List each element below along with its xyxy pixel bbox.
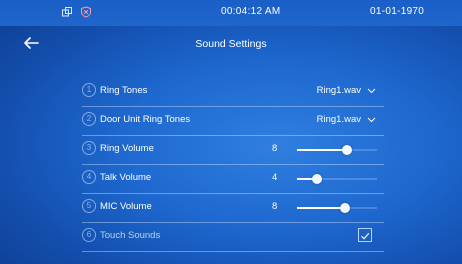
setting-ring-tones[interactable]: 1 Ring Tones Ring1.wav <box>82 78 384 107</box>
item-index: 6 <box>82 228 96 242</box>
item-index: 2 <box>82 112 96 126</box>
slider-thumb[interactable] <box>340 203 350 213</box>
touch-sounds-checkbox[interactable] <box>358 228 372 242</box>
slider-thumb[interactable] <box>312 174 322 184</box>
item-index: 4 <box>82 170 96 184</box>
chevron-down-icon <box>367 88 376 93</box>
status-bar: 00:04:12 AM 01-01-1970 <box>0 0 462 26</box>
shield-icon <box>81 6 91 18</box>
item-index: 1 <box>82 83 96 97</box>
mic-volume-value: 8 <box>272 201 278 212</box>
talk-volume-value: 4 <box>272 172 278 183</box>
touch-sounds-label: Touch Sounds <box>100 230 161 241</box>
ring-tones-label: Ring Tones <box>100 85 148 96</box>
talk-volume-slider[interactable] <box>297 174 377 184</box>
chevron-down-icon <box>367 117 376 122</box>
slider-thumb[interactable] <box>341 145 352 155</box>
door-unit-ring-tones-value: Ring1.wav <box>316 114 361 125</box>
setting-mic-volume: 5 MIC Volume 8 <box>82 194 384 223</box>
door-unit-ring-tones-label: Door Unit Ring Tones <box>100 114 191 125</box>
ring-volume-value: 8 <box>272 143 278 154</box>
status-date: 01-01-1970 <box>370 6 425 17</box>
check-icon <box>361 232 370 240</box>
ring-volume-slider[interactable] <box>297 145 377 155</box>
door-unit-ring-tones-dropdown[interactable]: Ring1.wav <box>317 114 376 125</box>
page-title: Sound Settings <box>195 38 267 50</box>
mic-volume-label: MIC Volume <box>100 201 152 212</box>
ring-tones-value: Ring1.wav <box>316 85 361 96</box>
talk-volume-label: Talk Volume <box>100 172 152 183</box>
slider-fill <box>297 149 347 151</box>
setting-touch-sounds: 6 Touch Sounds <box>82 223 384 252</box>
mic-volume-slider[interactable] <box>297 203 377 213</box>
slider-fill <box>297 207 345 209</box>
setting-ring-volume: 3 Ring Volume 8 <box>82 136 384 165</box>
setting-door-unit-ring-tones[interactable]: 2 Door Unit Ring Tones Ring1.wav <box>82 107 384 136</box>
status-time: 00:04:12 AM <box>221 6 281 17</box>
item-index: 5 <box>82 199 96 213</box>
setting-talk-volume: 4 Talk Volume 4 <box>82 165 384 194</box>
ring-volume-label: Ring Volume <box>100 143 154 154</box>
header: Sound Settings <box>0 26 462 62</box>
network-icon <box>62 7 72 17</box>
item-index: 3 <box>82 141 96 155</box>
ring-tones-dropdown[interactable]: Ring1.wav <box>317 85 376 96</box>
settings-list: 1 Ring Tones Ring1.wav 2 Door Unit Ring … <box>82 78 384 252</box>
